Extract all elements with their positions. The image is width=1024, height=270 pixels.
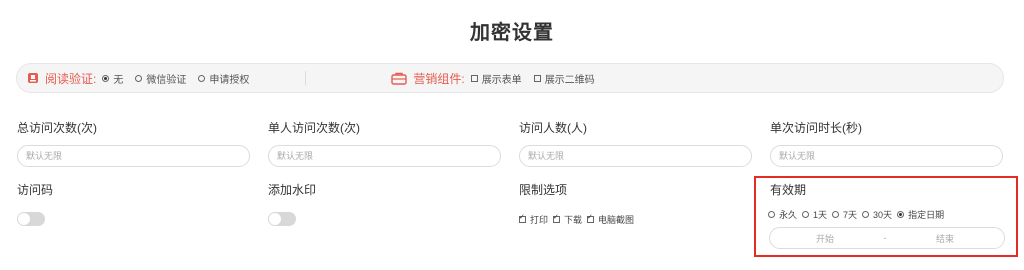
marketing-label: 营销组件: — [413, 71, 465, 86]
validity-option-custom-date[interactable]: 指定日期 — [897, 208, 944, 221]
read-verify-group: 阅读验证: 无 微信验证 申请授权 — [27, 70, 261, 87]
radio-icon[interactable] — [897, 211, 905, 218]
radio-icon[interactable] — [802, 211, 810, 218]
marketing-group: 营销组件: 展示表单 展示二维码 — [391, 70, 606, 87]
checkbox-icon[interactable] — [587, 213, 595, 223]
date-separator: - — [883, 233, 887, 243]
field-label: 总访问次数(次) — [17, 121, 97, 135]
restriction-screenshot[interactable]: 电脑截图 — [587, 213, 634, 226]
per-person-visits-input[interactable]: 默认无限 — [268, 145, 501, 167]
single-duration-field: 单次访问时长(秒) 默认无限 — [770, 119, 1003, 167]
total-visits-field: 总访问次数(次) 默认无限 — [17, 119, 250, 167]
options-bar: 阅读验证: 无 微信验证 申请授权 营销组件: 展示表单 展示二维码 — [16, 63, 1004, 93]
field-label: 单人访问次数(次) — [268, 121, 360, 135]
divider — [305, 71, 307, 85]
field-label: 添加水印 — [268, 183, 317, 197]
field-label: 单次访问时长(秒) — [770, 121, 862, 135]
access-code-toggle[interactable] — [17, 212, 45, 226]
watermark-toggle[interactable] — [268, 212, 296, 226]
restriction-download[interactable]: 下载 — [553, 213, 582, 226]
validity-option-1day[interactable]: 1天 — [802, 208, 827, 221]
checkbox-icon[interactable] — [533, 74, 541, 82]
read-verify-option-wechat[interactable]: 微信验证 — [135, 71, 186, 86]
field-label: 访问码 — [17, 183, 54, 197]
radio-icon[interactable] — [832, 211, 840, 218]
radio-icon[interactable] — [198, 74, 206, 82]
validity-option-7days[interactable]: 7天 — [832, 208, 857, 221]
field-label: 访问人数(人) — [519, 121, 587, 135]
lock-icon — [27, 72, 39, 84]
checkbox-icon[interactable] — [519, 213, 526, 223]
read-verify-option-apply[interactable]: 申请授权 — [198, 71, 249, 86]
restrictions-field: 限制选项 打印 下载 电脑截图 — [519, 181, 639, 226]
radio-icon[interactable] — [102, 74, 110, 82]
read-verify-label: 阅读验证: — [45, 71, 97, 86]
checkbox-icon[interactable] — [553, 213, 561, 223]
field-label: 有效期 — [770, 183, 807, 197]
field-label: 限制选项 — [519, 183, 568, 197]
validity-option-30days[interactable]: 30天 — [862, 208, 892, 221]
validity-field: 有效期 — [770, 181, 806, 198]
page-title: 加密设置 — [470, 22, 554, 44]
marketing-option-form[interactable]: 展示表单 — [470, 71, 522, 86]
checkbox-icon[interactable] — [470, 74, 478, 82]
radio-icon[interactable] — [135, 74, 143, 82]
total-visits-input[interactable]: 默认无限 — [17, 145, 250, 167]
watermark-field: 添加水印 — [268, 181, 316, 226]
validity-options: 永久 1天 7天 30天 指定日期 — [768, 208, 949, 221]
start-date-input[interactable]: 开始 — [770, 232, 880, 245]
visitors-field: 访问人数(人) 默认无限 — [519, 119, 752, 167]
single-duration-input[interactable]: 默认无限 — [770, 145, 1003, 167]
date-range-picker[interactable]: 开始 - 结束 — [769, 227, 1005, 249]
briefcase-icon — [391, 72, 408, 85]
per-person-visits-field: 单人访问次数(次) 默认无限 — [268, 119, 501, 167]
validity-option-forever[interactable]: 永久 — [768, 208, 797, 221]
radio-icon[interactable] — [862, 211, 870, 218]
access-code-field: 访问码 — [17, 181, 53, 226]
restriction-print[interactable]: 打印 — [519, 213, 548, 226]
restrictions-options: 打印 下载 电脑截图 — [519, 213, 639, 226]
read-verify-option-none[interactable]: 无 — [102, 71, 123, 86]
marketing-option-qrcode[interactable]: 展示二维码 — [533, 71, 595, 86]
radio-icon[interactable] — [768, 211, 775, 218]
end-date-input[interactable]: 结束 — [890, 232, 1000, 245]
visitors-input[interactable]: 默认无限 — [519, 145, 752, 167]
